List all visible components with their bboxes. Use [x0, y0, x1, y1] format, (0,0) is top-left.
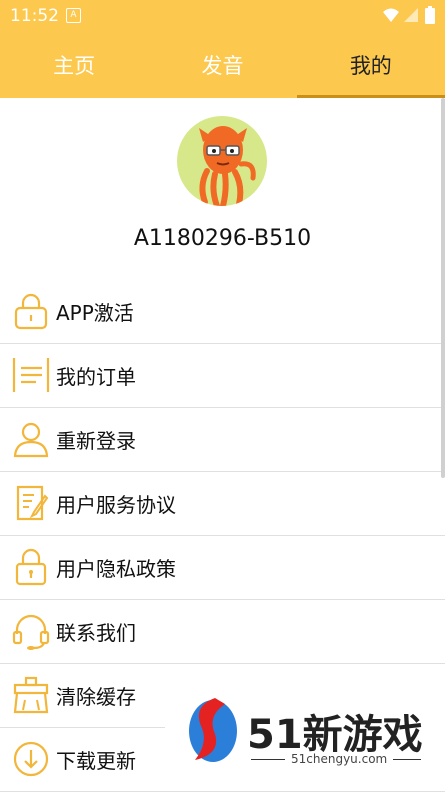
user-icon	[13, 422, 49, 458]
download-icon	[13, 741, 49, 777]
squid-avatar-icon	[199, 126, 256, 206]
watermark-logo-icon	[189, 698, 237, 762]
status-bar: 11:52 A	[0, 0, 445, 32]
menu-item-label: 联系我们	[56, 621, 136, 645]
tab-pronunciation[interactable]: 发音	[148, 32, 296, 98]
status-time: 11:52	[10, 6, 59, 26]
top-bar: 11:52 A 主页 发音 我的	[0, 0, 445, 98]
tab-home[interactable]: 主页	[0, 32, 148, 98]
watermark-url: 51chengyu.com	[285, 752, 394, 766]
list-icon	[12, 358, 50, 392]
document-icon	[16, 485, 49, 521]
menu-item-label: 清除缓存	[56, 685, 136, 709]
menu-item-label: 重新登录	[56, 429, 136, 453]
broom-icon	[13, 676, 49, 714]
notification-icon: A	[66, 8, 81, 23]
lock-icon	[14, 293, 48, 330]
menu-item-contact-us[interactable]: 联系我们	[0, 600, 445, 664]
watermark: 51新游戏 51chengyu.com	[165, 686, 445, 791]
menu-item-label: APP激活	[56, 301, 134, 325]
wifi-icon	[383, 8, 399, 22]
tab-mine[interactable]: 我的	[296, 32, 445, 98]
menu-item-label: 我的订单	[56, 365, 136, 389]
menu-item-privacy-policy[interactable]: 用户隐私政策	[0, 536, 445, 600]
avatar[interactable]	[177, 116, 267, 206]
menu-item-label: 用户隐私政策	[56, 557, 176, 581]
menu-item-relogin[interactable]: 重新登录	[0, 408, 445, 472]
tab-bar: 主页 发音 我的	[0, 32, 445, 98]
menu-item-app-activation[interactable]: APP激活	[0, 280, 445, 344]
battery-icon	[425, 6, 435, 24]
lock-icon	[15, 548, 47, 586]
menu-item-label: 用户服务协议	[56, 493, 176, 517]
scrollbar[interactable]	[441, 98, 445, 478]
profile-section: A1180296-B510	[0, 98, 445, 280]
signal-icon	[404, 8, 418, 22]
user-id: A1180296-B510	[133, 226, 312, 251]
menu-item-service-agreement[interactable]: 用户服务协议	[0, 472, 445, 536]
menu-item-label: 下载更新	[56, 749, 136, 773]
menu-item-my-orders[interactable]: 我的订单	[0, 344, 445, 408]
headset-icon	[12, 614, 50, 650]
